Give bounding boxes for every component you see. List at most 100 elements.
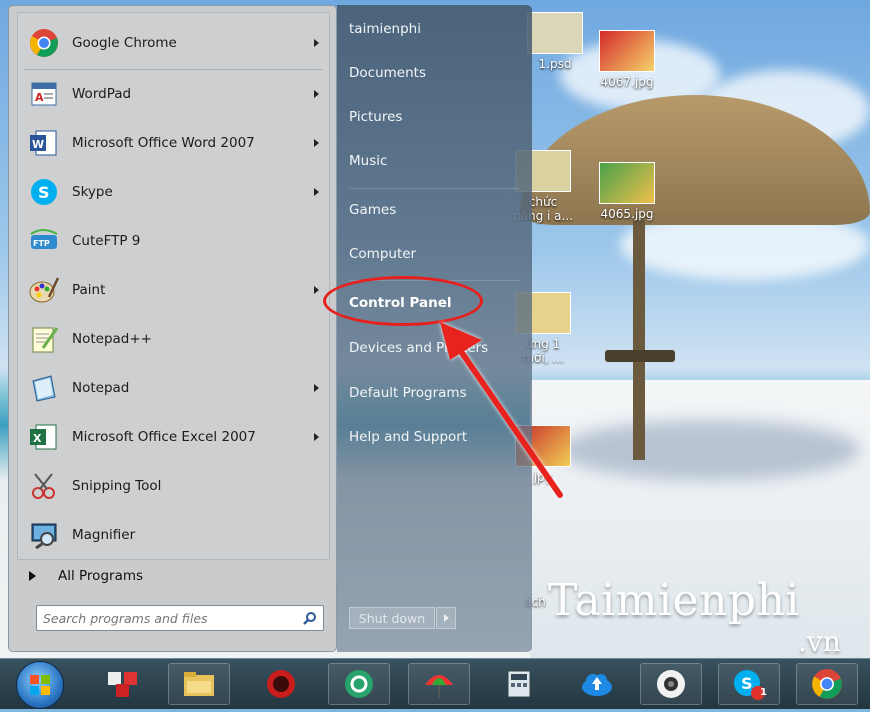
shutdown-group: Shut down [349, 607, 456, 629]
search-icon[interactable] [297, 607, 323, 629]
program-label: Magnifier [72, 527, 136, 543]
taskbar-antivirus[interactable] [250, 663, 312, 705]
program-label: Notepad++ [72, 331, 152, 347]
program-label: CuteFTP 9 [72, 233, 141, 249]
windows-logo-icon [30, 675, 50, 695]
program-item-notepadpp[interactable]: Notepad++ [18, 317, 331, 361]
watermark-text: Taimienphi [548, 575, 800, 626]
antivirus-icon [267, 670, 295, 698]
submenu-arrow-icon[interactable] [314, 188, 319, 196]
right-item-computer[interactable]: Computer [349, 246, 416, 262]
shutdown-button[interactable]: Shut down [349, 607, 435, 629]
start-menu-left-pane: Google Chrome A WordPad W Microsoft Offi… [8, 5, 337, 652]
desktop-icon-4067[interactable]: 4067.jpg [592, 30, 662, 89]
umbrella-pole [633, 220, 645, 460]
cuteftp-icon: FTP [26, 223, 62, 259]
umbrella-shadow [560, 420, 860, 480]
notification-badge: 1 [760, 687, 767, 698]
sync-app-icon [345, 670, 373, 698]
program-item-skype[interactable]: S Skype [18, 170, 331, 214]
program-label: Skype [72, 184, 113, 200]
program-label: Google Chrome [72, 35, 177, 51]
taskbar-sync-app[interactable] [328, 663, 390, 705]
svg-text:W: W [32, 138, 44, 151]
program-item-snipping-tool[interactable]: Snipping Tool [18, 464, 331, 508]
beach-umbrella-app-icon [425, 675, 453, 698]
right-item-games[interactable]: Games [349, 202, 396, 218]
notepad-icon [26, 370, 62, 406]
program-label: Microsoft Office Excel 2007 [72, 429, 256, 445]
svg-text:S: S [38, 183, 50, 202]
shutdown-options-button[interactable] [436, 607, 456, 629]
chevron-right-icon [443, 614, 449, 622]
taskbar-chrome[interactable] [796, 663, 858, 705]
taskbar-calculator-app[interactable] [488, 663, 550, 705]
search-input[interactable] [37, 606, 297, 630]
program-label: WordPad [72, 86, 132, 102]
taskbar-camera-app[interactable] [640, 663, 702, 705]
watermark-logo: Taimienphi [548, 575, 800, 626]
divider [24, 69, 323, 70]
cloud-upload-icon [582, 674, 612, 696]
program-item-notepad[interactable]: Notepad [18, 366, 331, 410]
program-item-paint[interactable]: Paint [18, 268, 331, 312]
chrome-icon [26, 25, 62, 61]
file-thumbnail [527, 12, 583, 54]
program-item-wordpad[interactable]: A WordPad [18, 72, 331, 116]
program-label: Paint [72, 282, 106, 298]
all-programs-label: All Programs [58, 568, 144, 584]
desktop-icon-4065[interactable]: 4065.jpg [592, 162, 662, 221]
magnifier-icon [26, 517, 62, 553]
submenu-arrow-icon[interactable] [314, 286, 319, 294]
image-thumbnail [599, 162, 655, 204]
pointer-arrow-icon [440, 322, 563, 498]
program-label: Snipping Tool [72, 478, 162, 494]
wordpad-icon: A [26, 76, 62, 112]
notepadpp-icon [26, 321, 62, 357]
taskbar: S 1 [0, 658, 870, 709]
divider [349, 188, 519, 189]
taskbar-umbrella-app[interactable] [408, 663, 470, 705]
submenu-arrow-icon[interactable] [314, 384, 319, 392]
multilingual-app-icon [108, 672, 137, 697]
program-item-chrome[interactable]: Google Chrome [18, 21, 331, 65]
skype-icon: S [26, 174, 62, 210]
svg-text:A: A [35, 91, 44, 104]
svg-text:X: X [33, 432, 42, 445]
right-item-documents[interactable]: Documents [349, 65, 426, 81]
start-button[interactable] [16, 661, 64, 709]
program-item-word[interactable]: W Microsoft Office Word 2007 [18, 121, 331, 165]
program-label: Microsoft Office Word 2007 [72, 135, 255, 151]
program-label: Notepad [72, 380, 130, 396]
taskbar-file-explorer[interactable] [168, 663, 230, 705]
program-item-cuteftp[interactable]: FTP CuteFTP 9 [18, 219, 331, 263]
svg-text:FTP: FTP [33, 239, 50, 248]
submenu-arrow-icon[interactable] [314, 433, 319, 441]
submenu-arrow-icon[interactable] [314, 139, 319, 147]
program-item-magnifier[interactable]: Magnifier [18, 513, 331, 557]
expand-arrow-icon [29, 571, 36, 581]
paint-icon [26, 272, 62, 308]
taskbar-skype[interactable]: S 1 [718, 663, 780, 705]
right-item-music[interactable]: Music [349, 153, 387, 169]
file-explorer-icon [184, 672, 214, 696]
submenu-arrow-icon[interactable] [314, 39, 319, 47]
watermark-suffix: .vn [798, 625, 841, 658]
submenu-arrow-icon[interactable] [314, 90, 319, 98]
calculator-app-icon [507, 670, 531, 698]
excel-icon: X [26, 419, 62, 455]
right-item-pictures[interactable]: Pictures [349, 109, 402, 125]
right-item-user[interactable]: taimienphi [349, 21, 421, 37]
desktop-icon-label: 4067.jpg [600, 75, 654, 89]
program-item-excel[interactable]: X Microsoft Office Excel 2007 [18, 415, 331, 459]
taskbar-cloud-upload[interactable] [566, 663, 628, 705]
image-thumbnail [599, 30, 655, 72]
chrome-icon [812, 669, 842, 699]
taskbar-multilingual-app[interactable] [92, 663, 154, 705]
word-icon: W [26, 125, 62, 161]
desktop-icon-label: 4065.jpg [600, 207, 654, 221]
all-programs-button[interactable]: All Programs [29, 562, 319, 590]
umbrella-base [605, 350, 675, 362]
svg-text:S: S [741, 674, 753, 693]
search-box[interactable] [36, 605, 324, 631]
